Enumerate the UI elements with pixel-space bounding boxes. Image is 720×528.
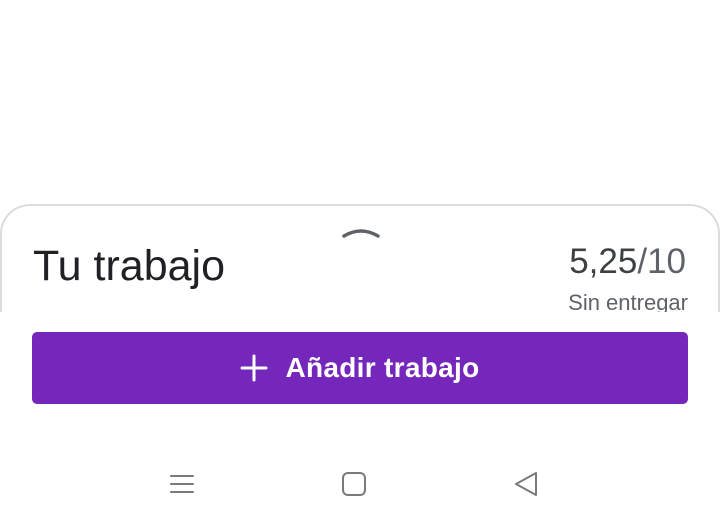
grade-total: /10 [637, 242, 686, 281]
grade-points: 5,25 [569, 242, 638, 281]
grade: 5,25/10 [569, 242, 686, 282]
add-work-button[interactable]: Añadir trabajo [32, 332, 688, 404]
sheet-title: Tu trabajo [33, 242, 226, 290]
plus-icon [240, 354, 268, 382]
chevron-up-icon[interactable] [341, 224, 381, 238]
your-work-sheet[interactable]: Tu trabajo 5,25/10 Sin entregar [0, 204, 720, 312]
submission-status: Sin entregar [568, 290, 688, 312]
screen: Tu trabajo 5,25/10 Sin entregar Añadir t… [0, 0, 720, 528]
back-triangle-icon[interactable] [506, 464, 546, 504]
home-square-icon[interactable] [334, 464, 374, 504]
add-work-label: Añadir trabajo [285, 352, 480, 383]
system-navigation-bar [0, 456, 720, 512]
menu-icon[interactable] [162, 464, 202, 504]
